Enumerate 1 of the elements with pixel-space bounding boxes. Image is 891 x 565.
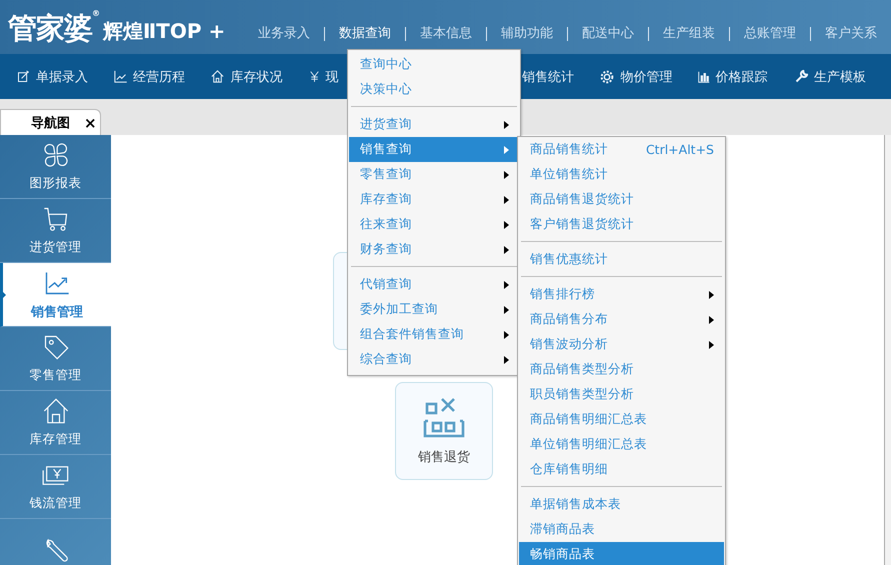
app-logo: 管家婆® 辉煌ⅡTOP + [6, 8, 226, 47]
